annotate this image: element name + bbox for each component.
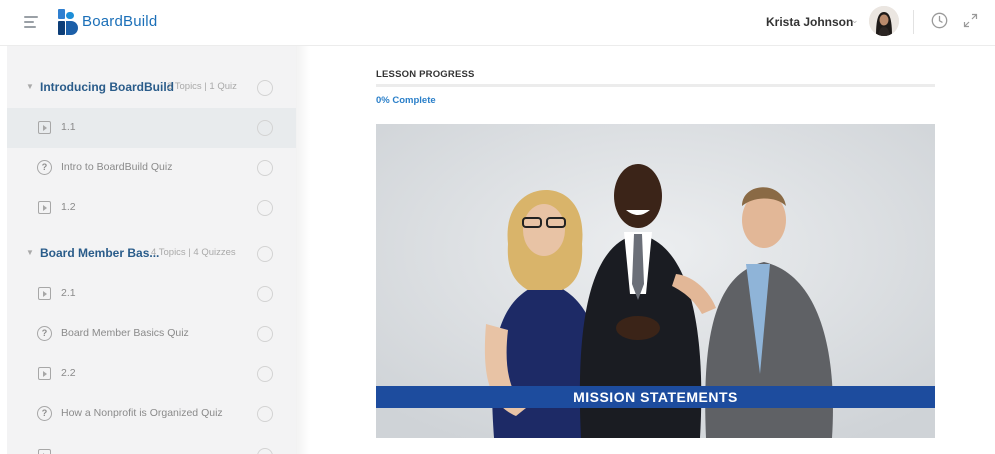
completion-circle-icon bbox=[257, 286, 273, 302]
sidebar-shadow bbox=[296, 46, 310, 454]
lesson-item[interactable]: 2.1 bbox=[7, 274, 296, 314]
completion-circle-icon bbox=[257, 326, 273, 342]
brand-name[interactable]: BoardBuild bbox=[82, 13, 157, 30]
clock-icon[interactable] bbox=[931, 12, 948, 29]
lesson-video[interactable]: MISSION STATEMENTS bbox=[376, 124, 935, 438]
lesson-progress-bar bbox=[376, 84, 935, 87]
completion-circle-icon bbox=[257, 406, 273, 422]
completion-circle-icon bbox=[257, 80, 273, 96]
section-meta: 4 Topics | 4 Quizzes bbox=[151, 247, 236, 258]
completion-circle-icon bbox=[257, 448, 273, 454]
question-icon: ? bbox=[37, 160, 52, 175]
completion-circle-icon bbox=[257, 366, 273, 382]
menu-icon[interactable] bbox=[24, 16, 38, 28]
video-play-icon bbox=[38, 201, 51, 214]
section-board-member-basics[interactable]: ▼ Board Member Bas... 4 Topics | 4 Quizz… bbox=[7, 234, 296, 274]
quiz-label[interactable]: Board Member Basics Quiz bbox=[61, 327, 189, 339]
avatar-photo bbox=[869, 6, 899, 36]
quiz-label[interactable]: Intro to BoardBuild Quiz bbox=[61, 161, 172, 173]
section-introducing-boardbuild[interactable]: ▼ Introducing BoardBuild 2 Topics | 1 Qu… bbox=[7, 68, 296, 108]
video-play-icon bbox=[38, 121, 51, 134]
lesson-label[interactable]: 1.1 bbox=[61, 121, 76, 133]
lesson-label[interactable]: 2.2 bbox=[61, 367, 76, 379]
lesson-item[interactable]: 2.2 bbox=[7, 354, 296, 394]
quiz-item[interactable]: ? Board Member Basics Quiz bbox=[7, 314, 296, 354]
section-meta: 2 Topics | 1 Quiz bbox=[167, 81, 237, 92]
lesson-progress-heading: LESSON PROGRESS bbox=[376, 69, 475, 80]
header-divider bbox=[913, 10, 914, 34]
video-caption-banner: MISSION STATEMENTS bbox=[573, 389, 738, 405]
section-title[interactable]: Board Member Bas... bbox=[40, 246, 159, 260]
lesson-progress-text: 0% Complete bbox=[376, 95, 436, 106]
question-icon: ? bbox=[37, 406, 52, 421]
lesson-item[interactable]: 1.2 bbox=[7, 188, 296, 228]
caret-down-icon[interactable]: ▼ bbox=[26, 248, 34, 257]
quiz-item[interactable]: ? Intro to BoardBuild Quiz bbox=[7, 148, 296, 188]
video-play-icon bbox=[38, 449, 51, 454]
section-title[interactable]: Introducing BoardBuild bbox=[40, 80, 174, 94]
completion-circle-icon bbox=[257, 160, 273, 176]
caret-down-icon[interactable]: ▼ bbox=[26, 82, 34, 91]
video-play-icon bbox=[38, 367, 51, 380]
top-header: BoardBuild Krista Johnson ⌄ bbox=[0, 0, 995, 46]
video-play-icon bbox=[38, 287, 51, 300]
expand-icon[interactable] bbox=[962, 12, 979, 29]
lesson-label[interactable]: 1.2 bbox=[61, 201, 76, 213]
chevron-down-icon[interactable]: ⌄ bbox=[851, 15, 859, 26]
quiz-item[interactable]: ? How a Nonprofit is Organized Quiz bbox=[7, 394, 296, 434]
completion-circle-icon bbox=[257, 246, 273, 262]
boardbuild-logo-icon[interactable] bbox=[58, 9, 78, 35]
lesson-item-partial[interactable] bbox=[7, 436, 296, 454]
quiz-label[interactable]: How a Nonprofit is Organized Quiz bbox=[61, 407, 223, 419]
course-sidebar: ▼ Introducing BoardBuild 2 Topics | 1 Qu… bbox=[7, 46, 296, 454]
completion-circle-icon bbox=[257, 200, 273, 216]
lesson-item[interactable]: 1.1 bbox=[7, 108, 296, 148]
completion-circle-icon bbox=[257, 120, 273, 136]
lesson-label[interactable]: 2.1 bbox=[61, 287, 76, 299]
user-name[interactable]: Krista Johnson bbox=[766, 15, 853, 29]
avatar[interactable] bbox=[869, 6, 899, 36]
question-icon: ? bbox=[37, 326, 52, 341]
